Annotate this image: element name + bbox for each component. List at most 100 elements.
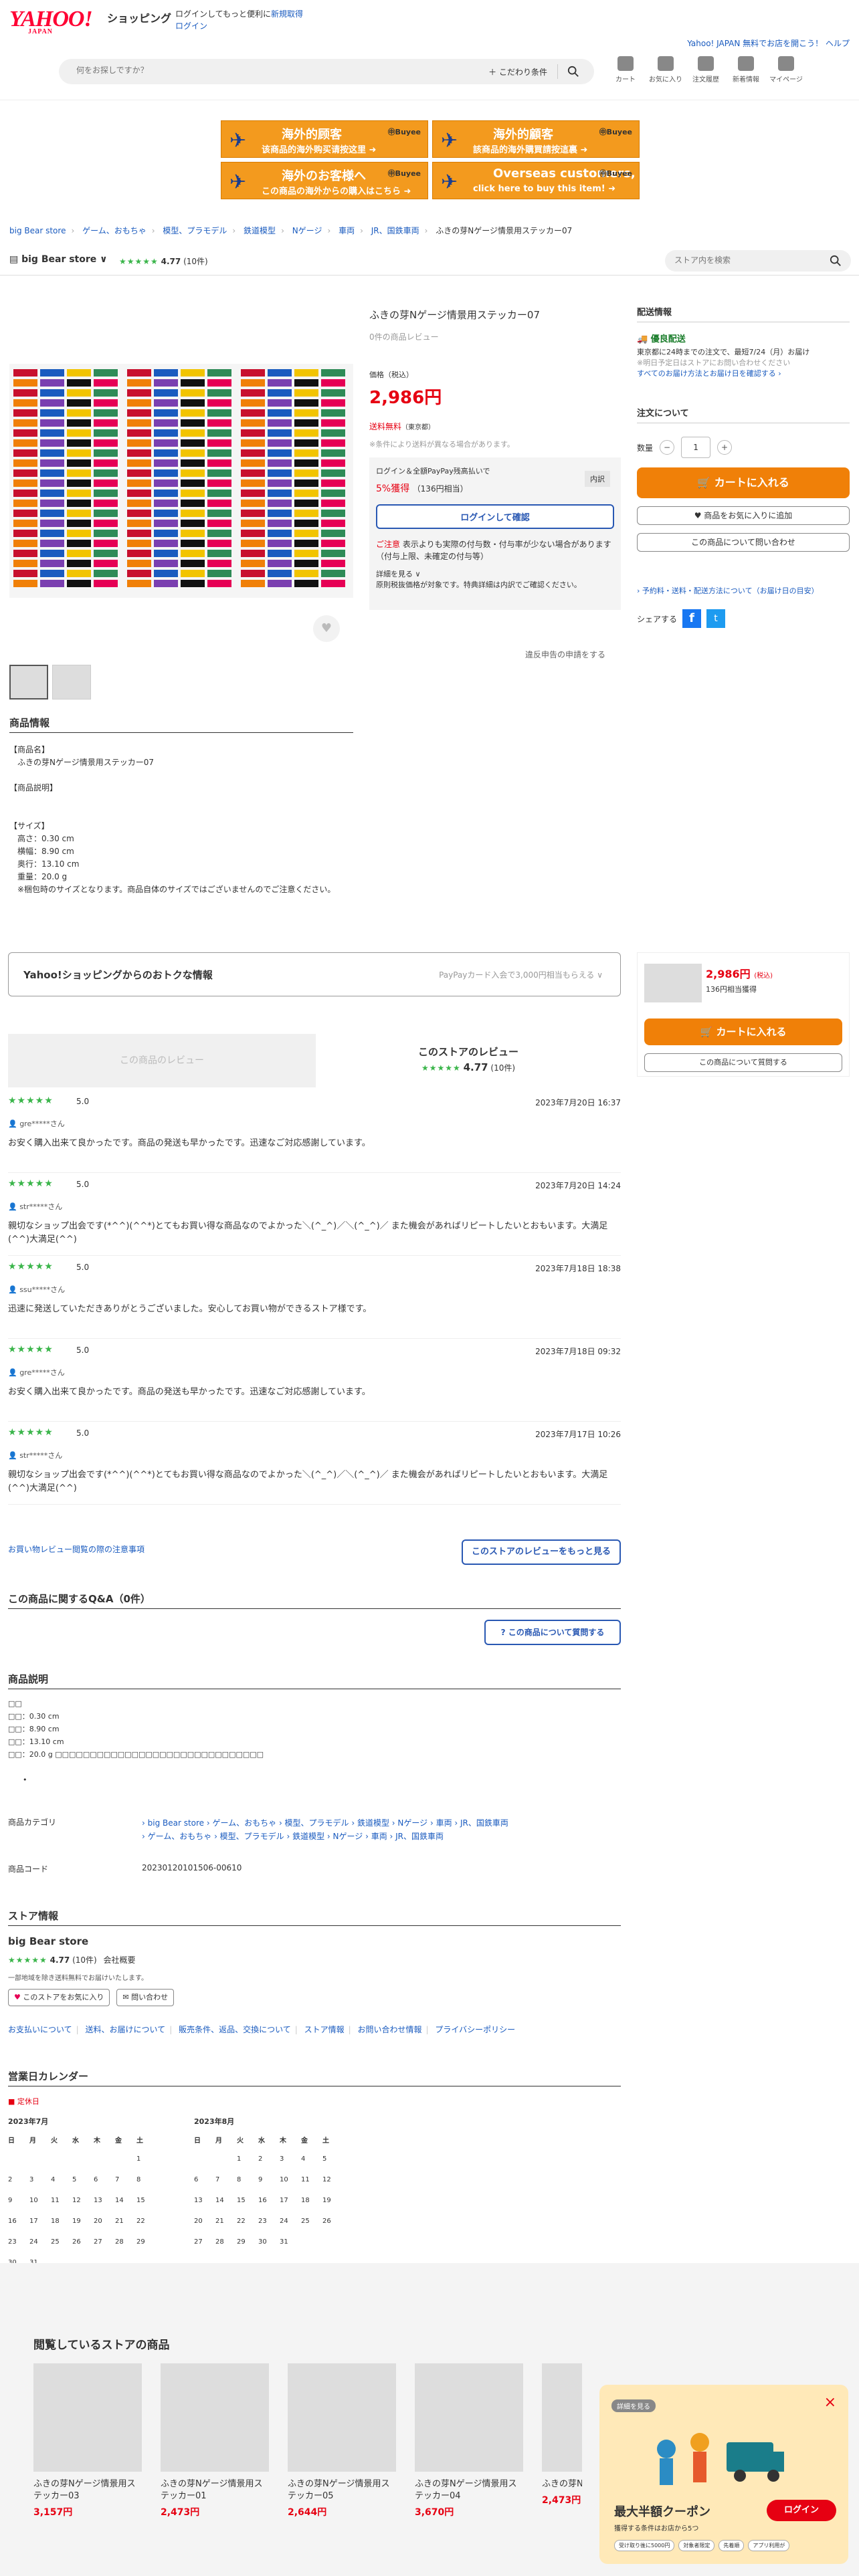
coupon-tag: アプリ利用が bbox=[748, 2540, 790, 2551]
increment-button[interactable]: + bbox=[717, 440, 733, 455]
sticker-swatch bbox=[40, 510, 64, 517]
sticker-swatch bbox=[268, 500, 292, 507]
nav-mypage[interactable]: マイページ bbox=[769, 56, 803, 84]
breadcrumb-item[interactable]: Nゲージ bbox=[292, 226, 322, 235]
nav-cart[interactable]: カート bbox=[609, 56, 642, 84]
sticker-swatch bbox=[127, 560, 151, 567]
store-review-tab[interactable]: このストアのレビュー ★★★★★ 4.77 (10件) bbox=[381, 1045, 555, 1073]
breadcrumb-item[interactable]: JR、国鉄車両 bbox=[371, 226, 419, 235]
advanced-search-button[interactable]: ＋ こだわり条件 bbox=[488, 66, 547, 78]
store-link[interactable]: 販売条件、返品、交換について bbox=[179, 2025, 291, 2034]
company-link[interactable]: 会社概要 bbox=[104, 1955, 136, 1965]
sticker-swatch bbox=[13, 580, 37, 587]
sticker-swatch bbox=[241, 550, 265, 557]
breadcrumb-item[interactable]: 模型、プラモデル bbox=[163, 226, 227, 235]
sticker-swatch bbox=[127, 510, 151, 517]
quantity-input[interactable]: 1 bbox=[681, 437, 711, 458]
sticker-swatch bbox=[181, 379, 205, 387]
banner-ja[interactable]: ✈ 海外のお客様へ ㊥Buyee この商品の海外からの購入はこちら ➜ bbox=[221, 162, 428, 199]
store-name[interactable]: ▤ big Bear store ∨ bbox=[9, 254, 108, 265]
add-to-cart-button[interactable]: 🛒 カートに入れる bbox=[637, 467, 850, 498]
nav-favorites[interactable]: お気に入り bbox=[649, 56, 682, 84]
add-favorite-button[interactable]: ♥ 商品をお気に入りに追加 bbox=[637, 506, 850, 525]
sticky-question-button[interactable]: この商品について質問する bbox=[644, 1053, 842, 1072]
contact-store-button[interactable]: ✉ 問い合わせ bbox=[116, 1989, 175, 2006]
shipping-info-link[interactable]: › 予約料・送料・配送方法について（お届け日の目安） bbox=[637, 586, 819, 595]
shopping-brand[interactable]: ショッピング bbox=[107, 9, 171, 25]
breakdown-button[interactable]: 内訳 bbox=[585, 471, 610, 487]
favorite-store-button[interactable]: ♥ このストアをお気に入り bbox=[8, 1989, 110, 2006]
banner-en[interactable]: ✈ Overseas customers, ㊥Buyee click here to … bbox=[432, 162, 640, 199]
nav-news[interactable]: 新着情報 bbox=[729, 56, 763, 84]
more-reviews-button[interactable]: このストアのレビューをもっと見る bbox=[462, 1539, 621, 1565]
delivery-options-link[interactable]: すべてのお届け方法とお届け日を確認する › bbox=[637, 369, 781, 378]
category-link[interactable]: › big Bear store › ゲーム、おもちゃ › 模型、プラモデル ›… bbox=[142, 1816, 508, 1830]
browsed-item[interactable]: ふきの芽Nゲージ情景用ステッカー04 3,670円 bbox=[415, 2363, 523, 2518]
store-link[interactable]: お問い合わせ情報 bbox=[357, 2025, 421, 2034]
login-confirm-button[interactable]: ログインして確認 bbox=[376, 504, 614, 529]
review-notice-link[interactable]: お買い物レビュー閲覧の際の注意事項 bbox=[8, 1543, 145, 1555]
report-link[interactable]: 違反申告の申請をする bbox=[525, 649, 605, 660]
store-rating[interactable]: ★★★★★ 4.77 (10件) bbox=[119, 255, 208, 267]
details-link[interactable]: 詳細を見る ∨ bbox=[376, 570, 421, 578]
browsed-item[interactable]: ふきの芽Nゲージ情景用ステッカー03 3,157円 bbox=[33, 2363, 142, 2518]
facebook-icon[interactable]: f bbox=[682, 609, 702, 628]
store-link[interactable]: お支払いについて bbox=[8, 2025, 72, 2034]
sticker-swatch bbox=[181, 389, 205, 397]
store-link[interactable]: 送料、お届けについて bbox=[86, 2025, 166, 2034]
airplane-icon: ✈ bbox=[229, 171, 247, 194]
breadcrumb-item[interactable]: 車両 bbox=[339, 226, 355, 235]
close-icon[interactable]: × bbox=[824, 2394, 836, 2411]
thumbnail[interactable] bbox=[9, 665, 48, 700]
product-review-tab[interactable]: この商品のレビュー bbox=[8, 1034, 316, 1087]
nav-orders[interactable]: 注文履歴 bbox=[689, 56, 723, 84]
banner-zh-cn[interactable]: ✈ 海外的顾客 ㊥Buyee 该商品的海外购买请按这里 ➜ bbox=[221, 120, 428, 158]
product-image[interactable] bbox=[9, 364, 353, 598]
sticker-swatch bbox=[207, 409, 231, 417]
sticker-swatch bbox=[13, 409, 37, 417]
favorite-heart-button[interactable]: ♥ bbox=[313, 615, 340, 642]
search-input[interactable] bbox=[76, 66, 424, 75]
breadcrumb-item[interactable]: big Bear store bbox=[9, 226, 66, 235]
store-link[interactable]: ストア情報 bbox=[304, 2025, 345, 2034]
bell-icon bbox=[738, 56, 754, 71]
sticker-swatch bbox=[294, 490, 318, 497]
twitter-icon[interactable]: t bbox=[706, 609, 726, 628]
sticker-swatch bbox=[241, 479, 265, 487]
header-links[interactable]: Yahoo! JAPAN 無料でお店を開こう！ ヘルプ bbox=[687, 37, 850, 49]
browsed-item[interactable]: ふきの芽Nゲージ情景用ステッカー2,473円 bbox=[542, 2363, 582, 2518]
sticky-add-to-cart-button[interactable]: 🛒 カートに入れる bbox=[644, 1018, 842, 1045]
breadcrumb-item[interactable]: ゲーム、おもちゃ bbox=[82, 226, 147, 235]
sticker-swatch bbox=[207, 419, 231, 427]
store-link[interactable]: プライバシーポリシー bbox=[435, 2025, 515, 2034]
store-info-name[interactable]: big Bear store bbox=[8, 1935, 621, 1947]
browsed-item[interactable]: ふきの芽Nゲージ情景用ステッカー01 2,473円 bbox=[161, 2363, 269, 2518]
sticker-swatch bbox=[40, 500, 64, 507]
decrement-button[interactable]: − bbox=[660, 440, 675, 455]
login-link[interactable]: ログイン bbox=[175, 21, 207, 31]
store-bar: ▤ big Bear store ∨ ★★★★★ 4.77 (10件) bbox=[0, 246, 859, 276]
product-review-count[interactable]: 0件の商品レビュー bbox=[369, 331, 621, 342]
banner-zh-tw[interactable]: ✈ 海外的顧客 ㊥Buyee 該商品的海外購買請按這裏 ➜ bbox=[432, 120, 640, 158]
browsed-item[interactable]: ふきの芽Nゲージ情景用ステッカー05 2,644円 bbox=[288, 2363, 396, 2518]
header: YAHOO! JAPAN ショッピング ログインしてもっと便利に新規取得 ログイン … bbox=[0, 0, 859, 100]
sticker-swatch bbox=[40, 379, 64, 387]
sticker-swatch bbox=[154, 409, 178, 417]
sticker-swatch bbox=[127, 399, 151, 407]
deals-bar[interactable]: Yahoo!ショッピングからのおトクな情報 PayPayカード入会で3,000円… bbox=[8, 952, 621, 996]
category-link[interactable]: › ゲーム、おもちゃ › 模型、プラモデル › 鉄道模型 › Nゲージ › 車両… bbox=[142, 1830, 508, 1843]
yahoo-logo[interactable]: YAHOO! JAPAN bbox=[9, 7, 93, 35]
breadcrumb-item[interactable]: 鉄道模型 bbox=[244, 226, 276, 235]
search-icon[interactable] bbox=[567, 66, 579, 78]
sticker-swatch bbox=[40, 389, 64, 397]
coupon-login-button[interactable]: ログイン bbox=[767, 2500, 836, 2521]
store-search-input[interactable] bbox=[674, 255, 808, 265]
price-label: 価格（税込） bbox=[369, 370, 413, 379]
search-icon[interactable] bbox=[830, 255, 842, 267]
thumbnail[interactable] bbox=[52, 665, 91, 700]
ask-question-button[interactable]: ? この商品について質問する bbox=[484, 1620, 621, 1645]
sticker-swatch bbox=[127, 419, 151, 427]
sticker-swatch bbox=[268, 520, 292, 527]
inquiry-button[interactable]: この商品について問い合わせ bbox=[637, 533, 850, 552]
signup-link[interactable]: 新規取得 bbox=[271, 9, 303, 19]
